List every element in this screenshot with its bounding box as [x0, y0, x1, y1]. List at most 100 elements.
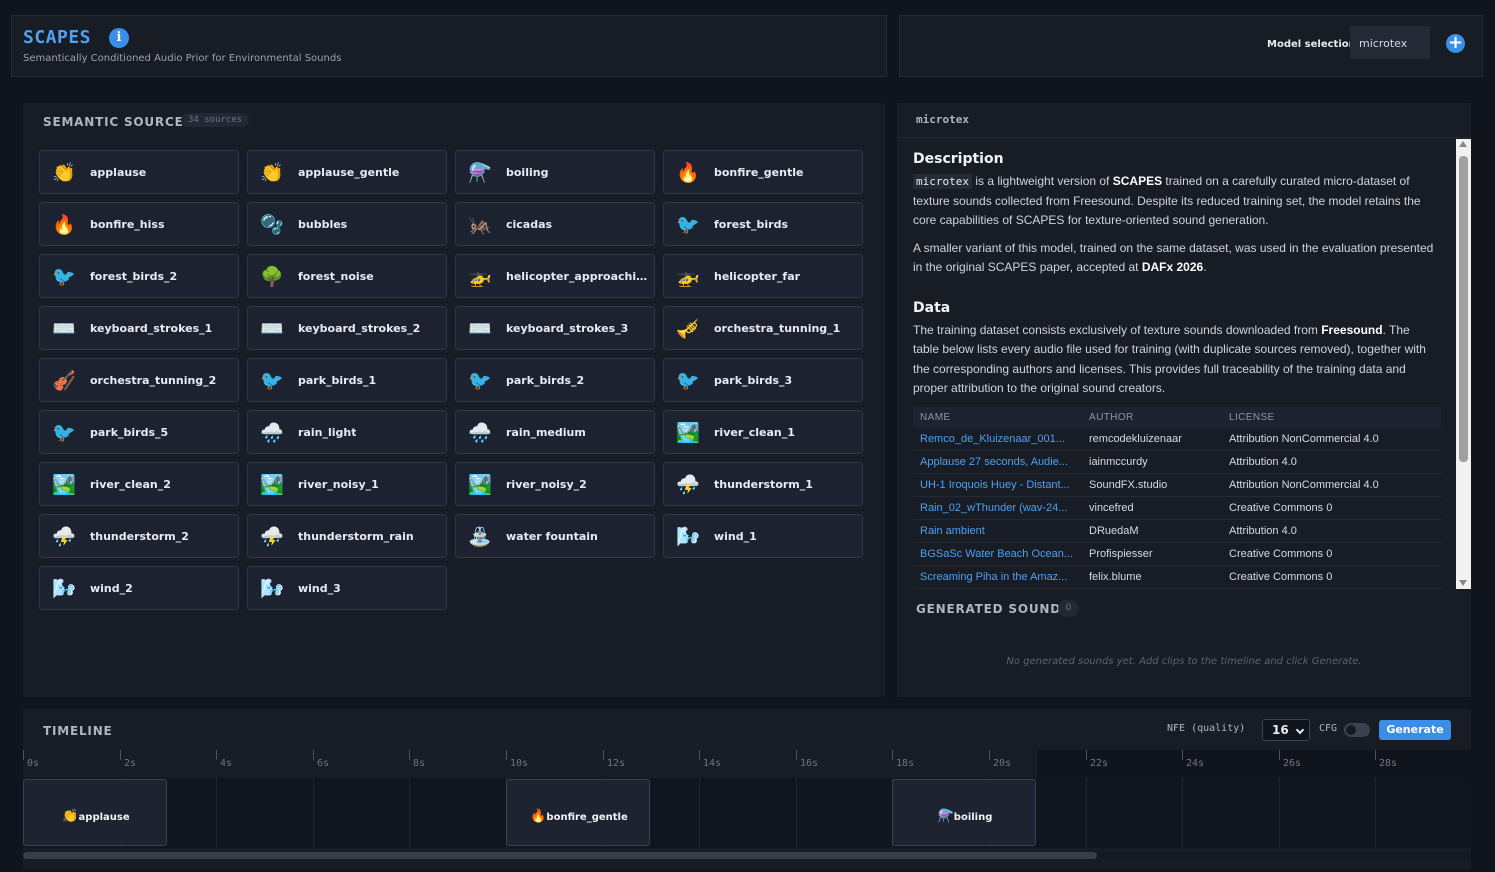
model-bar: Model selection microtex + [899, 15, 1483, 77]
add-model-icon[interactable]: + [1446, 34, 1465, 53]
nfe-select[interactable]: 16 [1262, 719, 1310, 741]
license-cell: Attribution 4.0 [1222, 519, 1441, 543]
license-cell: Creative Commons 0 [1222, 496, 1441, 520]
timeline-clip[interactable]: ⚗️boiling [892, 779, 1036, 846]
ruler-tick [603, 750, 604, 760]
source-tile[interactable]: ⚗️ boiling [455, 150, 655, 194]
column-header: AUTHOR [1082, 406, 1222, 428]
source-tile[interactable]: 🌧️ rain_light [247, 410, 447, 454]
source-label: applause_gentle [298, 166, 400, 179]
source-tile[interactable]: 🚁 helicopter_approachi... [455, 254, 655, 298]
source-tile[interactable]: 🌧️ rain_medium [455, 410, 655, 454]
track-grid-line [1086, 778, 1087, 848]
generate-button[interactable]: Generate [1379, 720, 1451, 740]
source-tile[interactable]: 🐦 forest_birds_2 [39, 254, 239, 298]
source-icon: 🐦 [468, 370, 492, 392]
source-label: bonfire_hiss [90, 218, 165, 231]
toggle-knob [1346, 725, 1356, 735]
training-files-table: NAME AUTHOR LICENSE Remco_de_Kluizenaar_… [913, 406, 1441, 589]
source-tile[interactable]: 🌬️ wind_1 [663, 514, 863, 558]
data-bold: Freesound [1321, 322, 1383, 337]
source-icon: 🎺 [676, 318, 700, 340]
ruler-tick [699, 750, 700, 760]
ruler-active-region [23, 750, 1037, 778]
column-header: LICENSE [1222, 406, 1441, 428]
ruler-tick [989, 750, 990, 760]
source-tile[interactable]: 🎻 orchestra_tunning_2 [39, 358, 239, 402]
track-grid-line [1279, 778, 1280, 848]
info-icon[interactable]: i [109, 28, 129, 48]
source-tile[interactable]: 👏 applause_gentle [247, 150, 447, 194]
source-label: water fountain [506, 530, 598, 543]
source-icon: 🐦 [676, 214, 700, 236]
source-tile[interactable]: 🐦 park_birds_3 [663, 358, 863, 402]
track-grid-line [1375, 778, 1376, 848]
file-link[interactable]: Rain ambient [913, 519, 1082, 543]
timeline-ruler[interactable]: 0s 2s 4s 6s 8s 10s 12s 14s 16s 18s 20s 22s 24s 26s 28s [23, 750, 1471, 778]
scroll-up-arrow-icon[interactable] [1459, 141, 1467, 147]
timeline-scroll-thumb[interactable] [23, 852, 1097, 859]
column-header: NAME [913, 406, 1082, 428]
source-tile[interactable]: 🌬️ wind_2 [39, 566, 239, 610]
source-tile[interactable]: ⛈️ thunderstorm_1 [663, 462, 863, 506]
table-row: Rain_02_wThunder (wav-24... vincefred Crea… [913, 496, 1441, 520]
ruler-tick [216, 750, 217, 760]
source-tile[interactable]: 🏞️ river_noisy_2 [455, 462, 655, 506]
ruler-tick [120, 750, 121, 760]
license-cell: Attribution NonCommercial 4.0 [1222, 473, 1441, 497]
source-icon: 🚁 [676, 266, 700, 288]
file-link[interactable]: Screaming Piha in the Amaz... [913, 565, 1082, 589]
table-row: Remco_de_Kluizenaar_001... remcodekluizen… [913, 427, 1441, 451]
source-label: orchestra_tunning_1 [714, 322, 841, 335]
source-tile[interactable]: 👏 applause [39, 150, 239, 194]
description-scrollbar[interactable] [1456, 139, 1471, 589]
source-tile[interactable]: 🐦 park_birds_2 [455, 358, 655, 402]
timeline-clip[interactable]: 👏applause [23, 779, 167, 846]
ruler-tick-label: 0s [27, 758, 40, 769]
source-tile[interactable]: 🔥 bonfire_hiss [39, 202, 239, 246]
ruler-tick [313, 750, 314, 760]
source-tile[interactable]: ⛈️ thunderstorm_2 [39, 514, 239, 558]
timeline-clip[interactable]: 🔥bonfire_gentle [506, 779, 650, 846]
scroll-down-arrow-icon[interactable] [1459, 580, 1467, 586]
source-tile[interactable]: 🌬️ wind_3 [247, 566, 447, 610]
file-link[interactable]: Applause 27 seconds, Audie... [913, 450, 1082, 474]
ruler-tick-label: 20s [993, 758, 1012, 769]
timeline-track[interactable]: 👏applause 🔥bonfire_gentle ⚗️boiling [23, 778, 1471, 848]
cfg-toggle[interactable] [1344, 723, 1370, 737]
table-row: Screaming Piha in the Amaz... felix.blume… [913, 565, 1441, 589]
source-tile[interactable]: 🌳 forest_noise [247, 254, 447, 298]
ruler-tick [1375, 750, 1376, 760]
source-tile[interactable]: ⌨️ keyboard_strokes_3 [455, 306, 655, 350]
ruler-tick-label: 4s [220, 758, 233, 769]
file-link[interactable]: Remco_de_Kluizenaar_001... [913, 427, 1082, 451]
source-tile[interactable]: 🏞️ river_clean_1 [663, 410, 863, 454]
model-select[interactable]: microtex [1350, 26, 1430, 59]
source-tile[interactable]: 🔥 bonfire_gentle [663, 150, 863, 194]
source-tile[interactable]: 🎺 orchestra_tunning_1 [663, 306, 863, 350]
source-tile[interactable]: 🦗 cicadas [455, 202, 655, 246]
source-tile[interactable]: ⌨️ keyboard_strokes_1 [39, 306, 239, 350]
file-link[interactable]: Rain_02_wThunder (wav-24... [913, 496, 1082, 520]
ruler-tick-label: 22s [1090, 758, 1109, 769]
source-tile[interactable]: 🏞️ river_noisy_1 [247, 462, 447, 506]
file-link[interactable]: BGSaSc Water Beach Ocean... [913, 542, 1082, 566]
source-tile[interactable]: ⛲ water fountain [455, 514, 655, 558]
source-tile[interactable]: 🐦 forest_birds [663, 202, 863, 246]
source-tile[interactable]: 🫧 bubbles [247, 202, 447, 246]
source-tile[interactable]: 🐦 park_birds_5 [39, 410, 239, 454]
file-link[interactable]: UH-1 Iroquois Huey - Distant... [913, 473, 1082, 497]
description-scroll-area[interactable]: Description microtex is a lightweight ve… [897, 139, 1455, 589]
source-icon: ⛲ [468, 526, 492, 548]
nfe-label: NFE (quality) [1167, 723, 1246, 734]
sources-count-badge: 34 sources [181, 113, 250, 127]
source-tile[interactable]: ⌨️ keyboard_strokes_2 [247, 306, 447, 350]
scroll-thumb[interactable] [1459, 156, 1468, 462]
detail-model-name: microtex [916, 113, 969, 126]
source-label: bubbles [298, 218, 348, 231]
timeline-scrollbar[interactable] [23, 852, 1471, 859]
source-tile[interactable]: 🐦 park_birds_1 [247, 358, 447, 402]
source-tile[interactable]: 🚁 helicopter_far [663, 254, 863, 298]
source-tile[interactable]: 🏞️ river_clean_2 [39, 462, 239, 506]
source-tile[interactable]: ⛈️ thunderstorm_rain [247, 514, 447, 558]
